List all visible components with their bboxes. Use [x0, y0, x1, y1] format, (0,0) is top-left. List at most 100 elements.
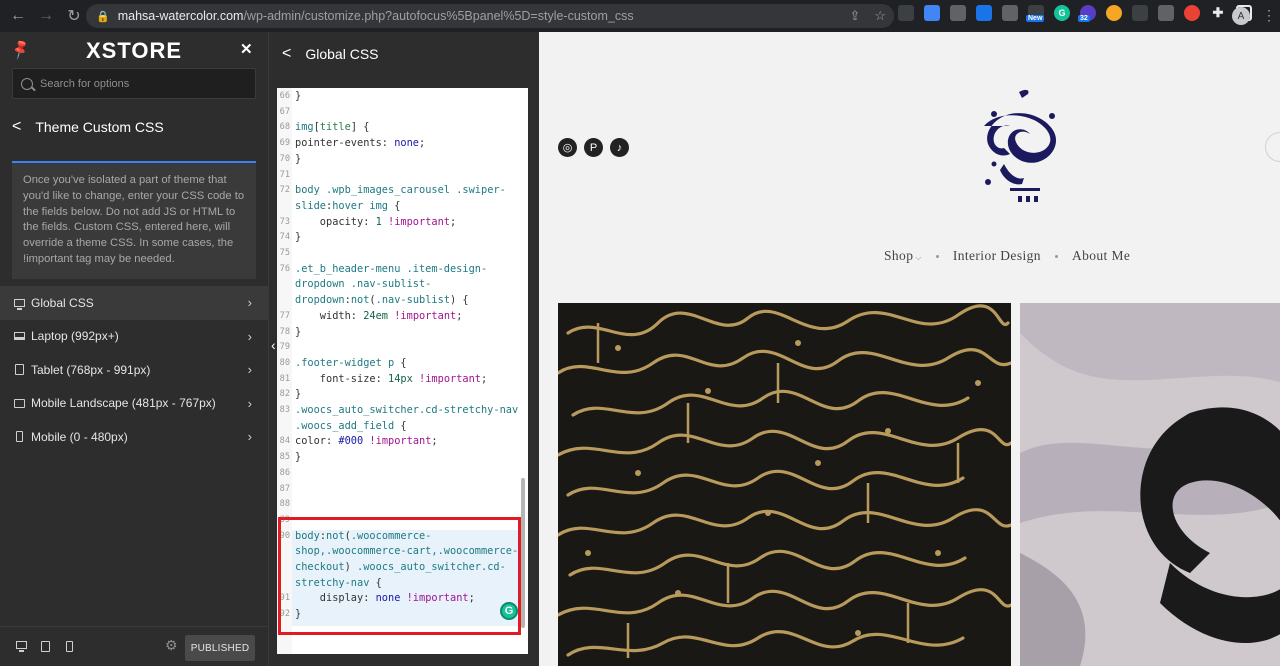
code-line[interactable]: 77 width: 24em !important; — [277, 308, 528, 324]
calligraphy-artwork-image[interactable] — [558, 303, 1011, 666]
nav-about-me[interactable]: About Me — [1072, 248, 1130, 264]
address-bar[interactable]: 🔒 mahsa-watercolor.com /wp-admin/customi… — [86, 4, 894, 28]
forward-arrow-icon[interactable]: → — [34, 4, 58, 28]
code-line[interactable]: slide:hover img { — [277, 198, 528, 214]
section-header: < Theme Custom CSS — [0, 110, 268, 144]
code-text: } — [295, 90, 302, 102]
code-line[interactable]: 68 img[title] { — [277, 119, 528, 135]
code-line[interactable]: 72 body .wpb_images_carousel .swiper- — [277, 182, 528, 198]
menu-kebab-icon[interactable]: ⋮ — [1262, 8, 1276, 22]
close-icon[interactable]: ✕ — [240, 40, 253, 58]
menu-item-tablet[interactable]: Tablet (768px - 991px) › — [0, 353, 268, 387]
url-host: mahsa-watercolor.com — [117, 9, 244, 23]
code-line[interactable]: 85} — [277, 449, 528, 465]
calligraphy-logo[interactable] — [964, 84, 1064, 214]
code-line[interactable]: 82} — [277, 386, 528, 402]
pinterest-icon[interactable]: P — [584, 138, 603, 157]
extension-icon[interactable]: New — [1026, 5, 1045, 22]
code-line[interactable]: dropdown .nav-sublist- — [277, 276, 528, 292]
tablet-icon — [14, 364, 25, 376]
code-line[interactable]: 76 .et_b_header-menu .item-design- — [277, 261, 528, 277]
code-line[interactable]: .woocs_add_field { — [277, 418, 528, 434]
back-chevron-icon[interactable]: < — [12, 118, 21, 136]
code-line[interactable]: 88 — [277, 496, 528, 512]
code-line[interactable]: 78} — [277, 324, 528, 340]
puzzle-extensions-icon[interactable]: ✚ — [1210, 5, 1226, 21]
pin-icon[interactable]: 📌 — [9, 38, 33, 61]
extension-icon[interactable]: 32 — [1078, 5, 1096, 22]
menu-item-label: Global CSS — [31, 295, 94, 310]
extension-icon[interactable] — [898, 5, 914, 21]
extension-icon[interactable] — [1184, 5, 1200, 21]
menu-item-mobile-landscape[interactable]: Mobile Landscape (481px - 767px) › — [0, 387, 268, 421]
profile-avatar[interactable]: A — [1232, 7, 1250, 25]
monitor-icon — [14, 297, 25, 310]
code-line[interactable]: dropdown:not(.nav-sublist) { — [277, 292, 528, 308]
grammarly-icon[interactable]: G — [500, 602, 518, 620]
code-line[interactable]: 87 — [277, 481, 528, 497]
code-line[interactable]: 74} — [277, 229, 528, 245]
line-number: 66 — [279, 91, 290, 101]
line-number: 83 — [279, 405, 290, 415]
line-number: 67 — [279, 106, 290, 117]
landscape-icon — [14, 398, 25, 409]
bookmark-star-icon[interactable]: ☆ — [874, 8, 886, 24]
url-path: /wp-admin/customize.php?autofocus%5Bpane… — [243, 9, 634, 23]
code-line[interactable]: 71 — [277, 167, 528, 183]
code-line[interactable]: 73 opacity: 1 !important; — [277, 214, 528, 230]
tiktok-icon[interactable]: ♪ — [610, 138, 629, 157]
code-line[interactable]: 75 — [277, 245, 528, 261]
line-number: 87 — [279, 483, 290, 494]
line-number: 69 — [279, 138, 290, 149]
nav-label: Shop — [884, 248, 914, 263]
line-number: 75 — [279, 248, 290, 258]
code-line[interactable]: 67 — [277, 104, 528, 120]
collapse-sidebar-icon[interactable]: ‹ — [271, 337, 276, 353]
camera-extension-icon[interactable] — [1002, 5, 1018, 21]
count-badge: 32 — [1078, 15, 1090, 22]
code-text: img[title] { — [295, 121, 370, 134]
extension-icon[interactable] — [1106, 5, 1122, 21]
extension-icon[interactable] — [1132, 5, 1148, 21]
code-line[interactable]: 84 color: #000 !important; — [277, 433, 528, 449]
chevron-right-icon: › — [247, 362, 252, 377]
ink-artwork-image[interactable] — [1020, 303, 1280, 666]
code-line[interactable]: 86 — [277, 465, 528, 481]
menu-item-mobile[interactable]: Mobile (0 - 480px) › — [0, 420, 268, 454]
reload-icon[interactable]: ↻ — [62, 4, 86, 28]
gear-icon[interactable]: ⚙ — [165, 637, 178, 654]
code-line[interactable]: 69 pointer-events: none; — [277, 135, 528, 151]
highlight-annotation-box — [278, 517, 521, 635]
code-text: dropdown:not(.nav-sublist) { — [295, 294, 469, 307]
mobile-preview-icon[interactable] — [66, 641, 78, 653]
code-text: slide:hover img { — [295, 199, 401, 212]
back-arrow-icon[interactable]: ← — [6, 4, 30, 28]
line-number: 74 — [279, 232, 290, 243]
code-text: } — [295, 152, 302, 165]
ink-artwork-pattern — [1020, 303, 1280, 666]
translate-extension-icon[interactable] — [976, 5, 992, 21]
code-line[interactable]: 70} — [277, 151, 528, 167]
code-line[interactable]: 81 font-size: 14px !important; — [277, 371, 528, 387]
grammarly-extension-icon[interactable]: G — [1054, 5, 1070, 21]
menu-item-global-css[interactable]: Global CSS › — [0, 286, 268, 320]
slider-arrow-button[interactable] — [1265, 132, 1280, 162]
menu-item-label: Mobile Landscape (481px - 767px) — [31, 396, 216, 411]
share-icon[interactable]: ⇪ — [849, 8, 860, 24]
code-line[interactable]: 80 .footer-widget p { — [277, 355, 528, 371]
back-chevron-icon[interactable]: < — [282, 45, 291, 63]
search-input[interactable] — [40, 77, 240, 90]
globe-extension-icon[interactable] — [950, 5, 966, 21]
extension-icon[interactable] — [924, 5, 940, 21]
code-line[interactable]: 79 — [277, 339, 528, 355]
nav-shop[interactable]: Shop ⌵ — [884, 248, 922, 264]
desktop-preview-icon[interactable] — [16, 641, 28, 653]
extension-icon[interactable] — [1158, 5, 1174, 21]
nav-interior-design[interactable]: Interior Design — [953, 248, 1041, 264]
tablet-preview-icon[interactable] — [41, 641, 53, 653]
code-line[interactable]: 83 .woocs_auto_switcher.cd-stretchy-nav — [277, 402, 528, 418]
menu-item-laptop[interactable]: Laptop (992px+) › — [0, 320, 268, 354]
instagram-icon[interactable]: ◎ — [558, 138, 577, 157]
code-line[interactable]: 66} — [277, 88, 528, 104]
published-button[interactable]: PUBLISHED — [185, 635, 255, 661]
